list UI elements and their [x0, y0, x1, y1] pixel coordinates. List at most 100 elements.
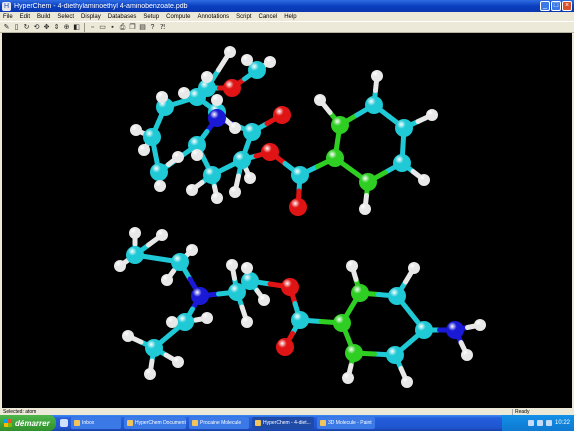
molecule-workspace[interactable]: [2, 33, 572, 408]
menu-script[interactable]: Script: [236, 14, 251, 20]
z-clip-tool-icon[interactable]: ◧: [72, 23, 81, 32]
security-icon[interactable]: [545, 420, 552, 426]
hydrogen-atom[interactable]: [241, 316, 253, 328]
aromatic-carbon-atom[interactable]: [326, 149, 344, 167]
hydrogen-atom[interactable]: [144, 368, 156, 380]
carbon-atom[interactable]: [150, 163, 168, 181]
close-button[interactable]: ×: [562, 1, 572, 11]
carbon-atom[interactable]: [203, 166, 221, 184]
molecule-canvas[interactable]: [2, 33, 572, 408]
carbon-atom[interactable]: [233, 151, 251, 169]
hydrogen-atom[interactable]: [426, 109, 438, 121]
volume-icon[interactable]: [536, 420, 543, 426]
hydrogen-atom[interactable]: [241, 262, 253, 274]
open-file-icon[interactable]: ▭: [98, 23, 107, 32]
carbon-atom[interactable]: [291, 166, 309, 184]
menu-help[interactable]: Help: [284, 14, 296, 20]
hydrogen-atom[interactable]: [154, 180, 166, 192]
hydrogen-atom[interactable]: [244, 172, 256, 184]
menu-cancel[interactable]: Cancel: [259, 14, 278, 20]
taskbar-item[interactable]: HyperChem Document: [124, 417, 186, 429]
translate-tool-icon[interactable]: ✥: [42, 23, 51, 32]
hydrogen-atom[interactable]: [474, 319, 486, 331]
print-icon[interactable]: ⎙: [118, 23, 127, 32]
hydrogen-atom[interactable]: [211, 94, 223, 106]
menu-display[interactable]: Display: [81, 14, 101, 20]
zoom-tool-icon[interactable]: ⊕: [62, 23, 71, 32]
minimize-button[interactable]: _: [540, 1, 550, 11]
hydrogen-atom[interactable]: [186, 244, 198, 256]
help-icon[interactable]: ?: [148, 23, 157, 32]
hydrogen-atom[interactable]: [156, 229, 168, 241]
carbon-atom[interactable]: [386, 346, 404, 364]
hydrogen-atom[interactable]: [191, 149, 203, 161]
hydrogen-atom[interactable]: [226, 259, 238, 271]
carbon-atom[interactable]: [388, 287, 406, 305]
maximize-button[interactable]: □: [551, 1, 561, 11]
aromatic-carbon-atom[interactable]: [359, 173, 377, 191]
hydrogen-atom[interactable]: [172, 151, 184, 163]
aromatic-carbon-atom[interactable]: [351, 284, 369, 302]
menu-databases[interactable]: Databases: [108, 14, 137, 20]
menu-file[interactable]: File: [3, 14, 13, 20]
aromatic-carbon-atom[interactable]: [345, 344, 363, 362]
carbon-atom[interactable]: [126, 246, 144, 264]
aromatic-carbon-atom[interactable]: [331, 116, 349, 134]
paste-icon[interactable]: ▤: [138, 23, 147, 32]
carbon-atom[interactable]: [415, 321, 433, 339]
context-help-icon[interactable]: ⁈: [158, 23, 167, 32]
carbon-atom[interactable]: [395, 119, 413, 137]
carbon-atom[interactable]: [241, 272, 259, 290]
hydrogen-atom[interactable]: [401, 376, 413, 388]
hydrogen-atom[interactable]: [201, 312, 213, 324]
hydrogen-atom[interactable]: [314, 94, 326, 106]
title-bar[interactable]: H HyperChem - 4-diethylaminoethyl 4-amin…: [0, 0, 574, 12]
hydrogen-atom[interactable]: [166, 316, 178, 328]
hydrogen-atom[interactable]: [201, 71, 213, 83]
hydrogen-atom[interactable]: [156, 91, 168, 103]
hydrogen-atom[interactable]: [224, 46, 236, 58]
oxygen-atom[interactable]: [261, 143, 279, 161]
carbon-atom[interactable]: [171, 253, 189, 271]
taskbar-item[interactable]: Inbox: [71, 417, 121, 429]
rotate-in-plane-tool-icon[interactable]: ⟲: [32, 23, 41, 32]
taskbar-item-active[interactable]: HyperChem - 4-diet...: [252, 417, 314, 429]
rotate-out-of-plane-tool-icon[interactable]: ↻: [22, 23, 31, 32]
carbon-atom[interactable]: [243, 123, 261, 141]
oxygen-atom[interactable]: [276, 338, 294, 356]
oxygen-atom[interactable]: [281, 278, 299, 296]
carbon-atom[interactable]: [145, 339, 163, 357]
hydrogen-atom[interactable]: [342, 372, 354, 384]
select-tool-icon[interactable]: ▯: [12, 23, 21, 32]
carbon-atom[interactable]: [291, 311, 309, 329]
nitrogen-atom[interactable]: [191, 287, 209, 305]
hydrogen-atom[interactable]: [186, 184, 198, 196]
hydrogen-atom[interactable]: [122, 330, 134, 342]
carbon-atom[interactable]: [393, 154, 411, 172]
hydrogen-atom[interactable]: [161, 274, 173, 286]
hydrogen-atom[interactable]: [178, 87, 190, 99]
hydrogen-atom[interactable]: [371, 70, 383, 82]
hydrogen-atom[interactable]: [229, 122, 241, 134]
menu-compute[interactable]: Compute: [166, 14, 190, 20]
oxygen-atom[interactable]: [273, 106, 291, 124]
menu-build[interactable]: Build: [37, 14, 50, 20]
taskbar-item[interactable]: 3D Molecule - Paint: [317, 417, 375, 429]
carbon-atom[interactable]: [176, 313, 194, 331]
hydrogen-atom[interactable]: [130, 124, 142, 136]
nitrogen-atom[interactable]: [208, 109, 226, 127]
hydrogen-atom[interactable]: [172, 356, 184, 368]
menu-select[interactable]: Select: [57, 14, 74, 20]
hydrogen-atom[interactable]: [138, 144, 150, 156]
start-button[interactable]: démarrer: [0, 415, 56, 431]
hydrogen-atom[interactable]: [258, 294, 270, 306]
hyperchem-app-icon[interactable]: H: [2, 1, 11, 11]
menu-annotations[interactable]: Annotations: [197, 14, 229, 20]
quick-launch-icon[interactable]: [60, 419, 68, 427]
hydrogen-atom[interactable]: [264, 56, 276, 68]
hydrogen-atom[interactable]: [229, 186, 241, 198]
aromatic-carbon-atom[interactable]: [333, 314, 351, 332]
hydrogen-atom[interactable]: [114, 260, 126, 272]
oxygen-atom[interactable]: [223, 79, 241, 97]
hydrogen-atom[interactable]: [359, 203, 371, 215]
